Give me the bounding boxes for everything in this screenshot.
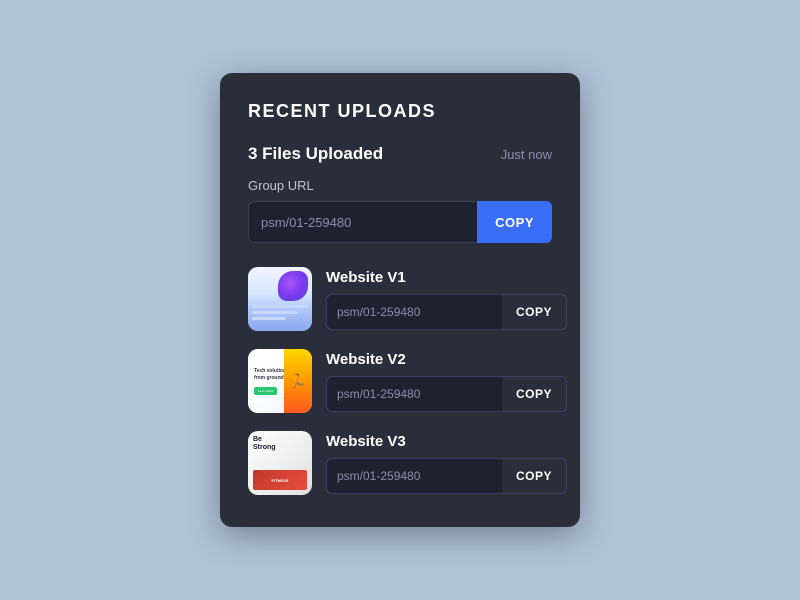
file-url-row-v2: COPY [326,376,567,412]
group-copy-button[interactable]: COPY [477,201,552,243]
group-url-row: COPY [248,201,552,243]
thumbnail-v3: BeStrong FITNESS [248,431,312,495]
file-url-input-v1[interactable] [326,294,502,330]
group-url-label: Group URL [248,178,552,193]
files-header: 3 Files Uploaded Just now [248,144,552,164]
file-url-input-v3[interactable] [326,458,502,494]
thumbnail-v1 [248,267,312,331]
file-name-v2: Website V2 [326,351,567,368]
copy-button-v3[interactable]: COPY [502,458,567,494]
file-item-v2: Tech solutionsfrom ground up Learn More … [248,349,552,413]
copy-button-v2[interactable]: COPY [502,376,567,412]
file-url-input-v2[interactable] [326,376,502,412]
file-name-v1: Website V1 [326,269,567,286]
timestamp: Just now [501,147,552,162]
file-url-row-v1: COPY [326,294,567,330]
file-url-row-v3: COPY [326,458,567,494]
file-info-v3: Website V3 COPY [326,433,567,494]
file-item-v1: Website V1 COPY [248,267,552,331]
file-name-v3: Website V3 [326,433,567,450]
file-info-v1: Website V1 COPY [326,269,567,330]
card-title: RECENT UPLOADS [248,101,552,122]
file-info-v2: Website V2 COPY [326,351,567,412]
group-url-input[interactable] [248,201,477,243]
files-count: 3 Files Uploaded [248,144,383,164]
recent-uploads-card: RECENT UPLOADS 3 Files Uploaded Just now… [220,73,580,527]
thumbnail-v2: Tech solutionsfrom ground up Learn More … [248,349,312,413]
file-item-v3: BeStrong FITNESS Website V3 COPY [248,431,552,495]
copy-button-v1[interactable]: COPY [502,294,567,330]
thumb-v2-person-icon: 🏃 [289,373,306,390]
